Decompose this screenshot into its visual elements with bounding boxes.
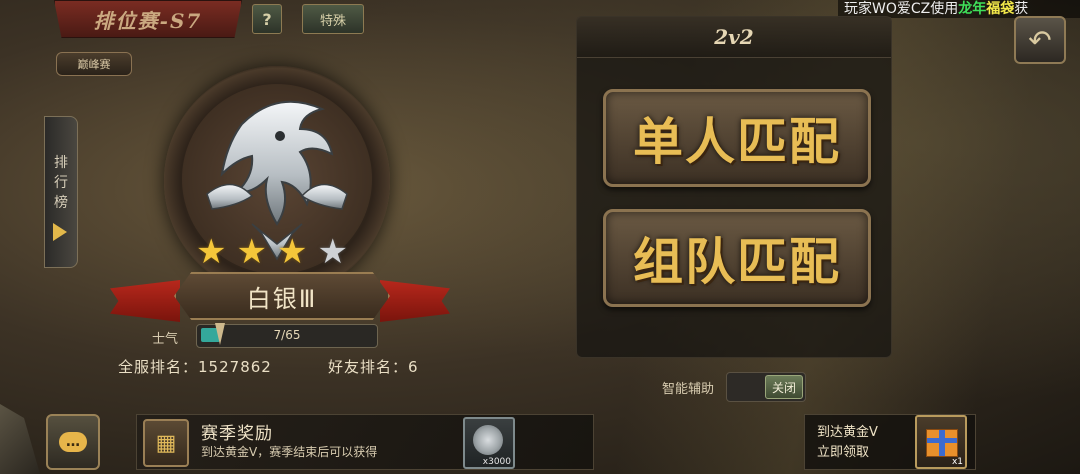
- reward-item-slot[interactable]: x3000: [463, 417, 515, 469]
- coin-icon: [473, 425, 503, 455]
- season-reward-desc: 到达黄金Ⅴ，赛季结束后可以获得: [201, 445, 378, 459]
- gift-icon: [926, 429, 958, 457]
- friend-rank-value: 6: [408, 358, 419, 376]
- gift-item-slot[interactable]: x1: [915, 415, 967, 469]
- tier-ribbon: 白银Ⅲ: [110, 272, 450, 322]
- tier-plate: 白银Ⅲ: [174, 272, 390, 320]
- marquee-prefix: 玩家WO爱CZ使用: [844, 1, 959, 17]
- server-rank-value: 1527862: [198, 358, 272, 376]
- reward-item-qty: x3000: [482, 457, 511, 467]
- help-button[interactable]: ?: [252, 4, 282, 34]
- peak-match-tag[interactable]: 巅峰赛: [56, 52, 132, 76]
- back-arrow-icon: ↶: [1028, 23, 1052, 57]
- back-button[interactable]: ↶: [1014, 16, 1066, 64]
- background: [0, 0, 1080, 474]
- gift-box-icon: ▦: [143, 419, 189, 467]
- marquee-highlight-2: 福袋: [986, 1, 1015, 17]
- season-reward-bar[interactable]: ▦ 赛季奖励 到达黄金Ⅴ，赛季结束后可以获得 x3000: [136, 414, 594, 470]
- marquee-suffix: 获: [1014, 1, 1029, 17]
- gift-item-qty: x1: [951, 457, 963, 467]
- ribbon-left: [110, 280, 180, 322]
- marquee-highlight: 龙年: [958, 1, 987, 17]
- solo-match-label: 单人匹配: [633, 112, 841, 171]
- chat-button[interactable]: …: [46, 414, 100, 470]
- star-filled-icon: ★: [236, 232, 267, 272]
- solo-match-button[interactable]: 单人匹配: [603, 89, 871, 187]
- server-rank-label: 全服排名：: [118, 358, 199, 376]
- tip-button[interactable]: 特殊: [302, 4, 364, 34]
- expand-arrow-icon: [53, 223, 67, 241]
- team-match-button[interactable]: 组队匹配: [603, 209, 871, 307]
- gold-reward-line1: 到达黄金Ⅴ: [817, 425, 878, 440]
- ribbon-right: [380, 280, 450, 322]
- chat-bubble-icon: …: [59, 432, 87, 452]
- mode-header: 2v2: [577, 17, 891, 58]
- tier-name: 白银Ⅲ: [246, 284, 318, 313]
- star-filled-icon: ★: [196, 232, 227, 272]
- star-empty-icon: ★: [317, 232, 348, 272]
- morale-progress-bar: 7/65: [196, 323, 378, 348]
- season-title: 排位赛-S7: [93, 9, 203, 33]
- ranking-tab[interactable]: 排 行 榜: [44, 116, 78, 268]
- friend-rank: 好友排名：6: [328, 356, 419, 377]
- morale-label: 士气: [152, 332, 179, 347]
- season-banner: 排位赛-S7: [54, 0, 242, 38]
- morale-value: 7/65: [273, 328, 301, 342]
- gold-reward-line2: 立即领取: [817, 445, 870, 460]
- star-filled-icon: ★: [276, 232, 308, 272]
- gold-tier-reward[interactable]: 到达黄金Ⅴ 立即领取 x1: [804, 414, 976, 470]
- friend-rank-label: 好友排名：: [328, 358, 409, 376]
- team-match-label: 组队匹配: [633, 232, 841, 291]
- smart-assist-toggle[interactable]: 关闭: [726, 372, 806, 402]
- smart-assist-toggle-label: 关闭: [765, 375, 803, 399]
- gold-reward-text: 到达黄金Ⅴ 立即领取: [817, 423, 878, 463]
- rank-stars: ★ ★ ★ ★: [196, 235, 348, 269]
- ranking-tab-label: 排 行 榜: [54, 155, 68, 211]
- mode-panel: 2v2 单人匹配 组队匹配: [576, 16, 892, 358]
- season-reward-title: 赛季奖励: [201, 424, 273, 444]
- smart-assist-label: 智能辅助: [662, 382, 715, 397]
- server-rank: 全服排名：1527862: [118, 356, 272, 377]
- mode-title: 2v2: [714, 25, 754, 49]
